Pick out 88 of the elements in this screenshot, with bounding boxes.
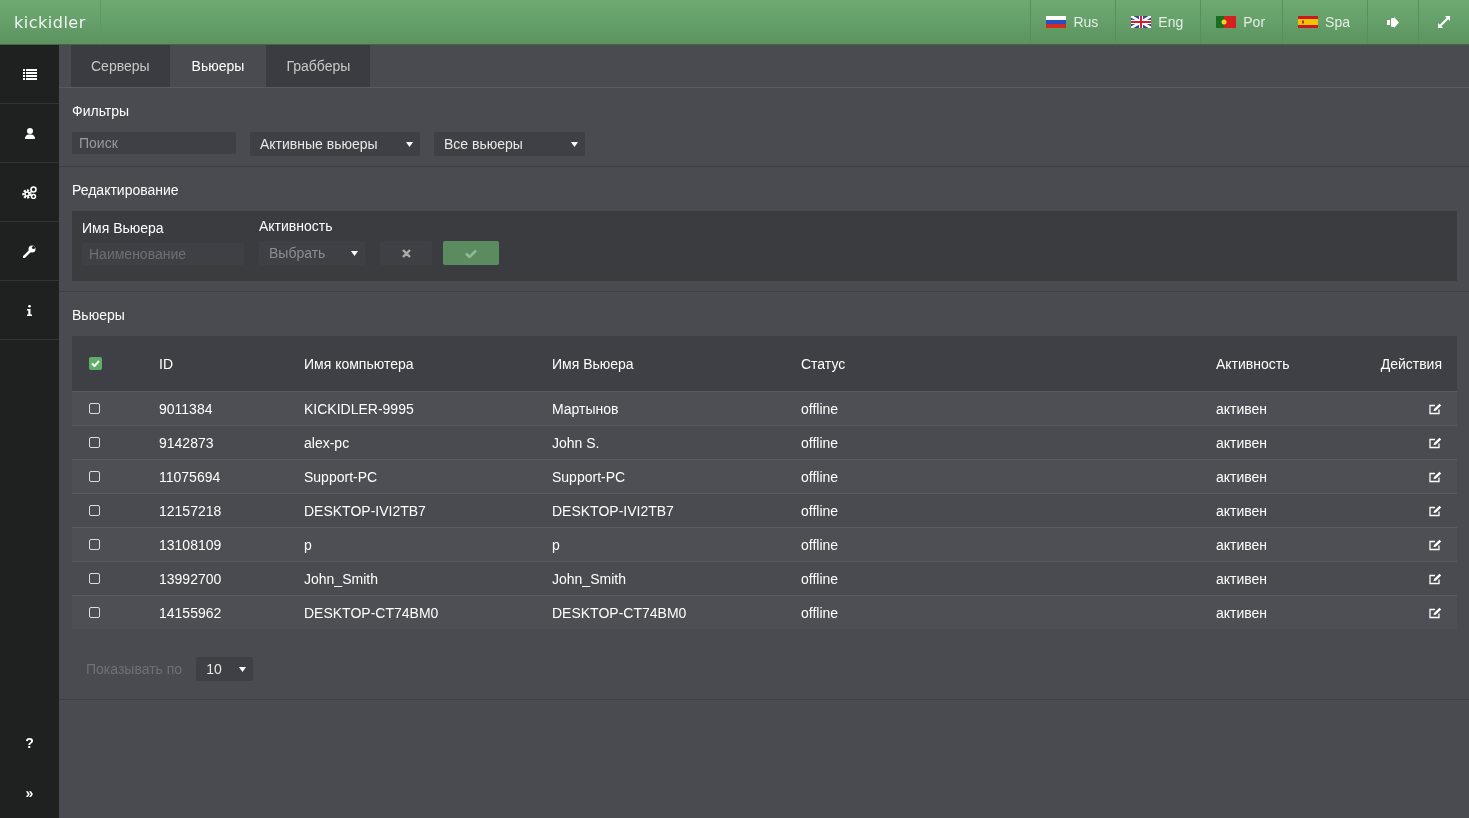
gears-icon <box>22 185 37 199</box>
table-cell-text: offline <box>801 570 840 587</box>
field-label: Активность <box>259 218 334 234</box>
table-cell-text: 13992700 <box>159 570 223 587</box>
flag-icon <box>1216 16 1237 28</box>
flag-icon <box>1131 16 1152 28</box>
edit-icon[interactable] <box>1429 538 1442 551</box>
edit-icon[interactable] <box>1429 572 1442 585</box>
table-cell-text: 13108109 <box>159 536 223 553</box>
checkbox[interactable] <box>89 539 100 550</box>
table-cell-text: 14155962 <box>159 604 223 621</box>
table-cell-text: Support-PC <box>304 468 379 485</box>
table-cell-text: Support-PC <box>552 468 627 485</box>
table-cell-text: offline <box>801 502 840 519</box>
edit-icon[interactable] <box>1429 504 1442 517</box>
section-title: Вьюеры <box>72 307 126 323</box>
flag-icon <box>1046 16 1067 28</box>
caret-icon <box>351 250 358 256</box>
table-cell-text: 12157218 <box>159 502 223 519</box>
caret-icon <box>406 141 413 147</box>
table-cell-text: активен <box>1216 604 1269 621</box>
check-icon <box>465 248 477 258</box>
edit-icon[interactable] <box>1429 402 1442 415</box>
table-cell-text: alex-pc <box>304 434 351 451</box>
checkbox[interactable] <box>89 471 100 482</box>
caret-icon <box>571 141 578 147</box>
table-cell-text: KICKIDLER-9995 <box>304 400 415 417</box>
tab[interactable]: Серверы <box>71 45 170 87</box>
table-cell-text: 11075694 <box>159 468 222 485</box>
table-cell-text: активен <box>1216 400 1269 417</box>
info-icon <box>27 304 32 316</box>
table-cell-text: John_Smith <box>304 570 379 587</box>
table-cell-text: активен <box>1216 570 1269 587</box>
table-cell-text: John_Smith <box>552 570 627 587</box>
checkbox[interactable] <box>89 573 100 584</box>
wrench-icon <box>23 244 36 258</box>
search-field[interactable]: Поиск <box>72 132 236 154</box>
column-header[interactable]: ID <box>159 355 304 372</box>
table-cell-text: offline <box>801 468 840 485</box>
edit-icon[interactable] <box>1429 470 1442 483</box>
edit-icon[interactable] <box>1429 436 1442 449</box>
table-cell-text: DESKTOP-CT74BM0 <box>552 604 688 621</box>
logout-icon[interactable] <box>1386 16 1400 28</box>
caret-icon <box>239 666 247 672</box>
table-cell-text: John S. <box>552 434 601 451</box>
table-cell-text: активен <box>1216 434 1269 451</box>
sidebar-button[interactable]: » <box>19 768 40 818</box>
table-cell-text: DESKTOP-IVI2TB7 <box>304 502 427 519</box>
checkbox[interactable] <box>89 437 100 448</box>
cancel-button[interactable] <box>380 241 432 265</box>
column-header[interactable]: Статус <box>801 355 1216 372</box>
dropdown[interactable]: Все вьюеры <box>434 132 585 156</box>
table-cell-text: p <box>304 536 313 553</box>
field-label: Имя Вьюера <box>82 220 165 236</box>
flag-icon <box>1298 16 1319 28</box>
table-cell-text: активен <box>1216 536 1269 553</box>
tab[interactable]: Грабберы <box>266 45 371 87</box>
table-cell-text: 9142873 <box>159 434 215 451</box>
edit-icon[interactable] <box>1429 606 1442 619</box>
column-header[interactable]: Активность <box>1216 355 1357 372</box>
list-icon <box>22 68 37 80</box>
table-cell-text: Мартынов <box>552 400 620 417</box>
table-cell-text: p <box>552 536 561 553</box>
table-cell-text: offline <box>801 536 840 553</box>
checkbox[interactable] <box>89 505 100 516</box>
user-icon <box>24 127 35 139</box>
table-cell-text: 9011384 <box>159 400 214 417</box>
table-cell-text: активен <box>1216 502 1269 519</box>
table-cell-text: DESKTOP-IVI2TB7 <box>552 502 675 519</box>
table-cell-text: offline <box>801 400 840 417</box>
column-header[interactable]: Действия <box>1380 355 1457 372</box>
close-icon <box>401 248 411 258</box>
dropdown[interactable]: 10 <box>196 657 254 681</box>
checkbox[interactable] <box>89 607 100 618</box>
check-icon <box>91 360 100 367</box>
table-cell-text: активен <box>1216 468 1269 485</box>
column-header[interactable]: Имя компьютера <box>304 355 552 372</box>
section-title: Фильтры <box>72 103 131 119</box>
column-header[interactable]: Имя Вьюера <box>552 355 801 372</box>
table-cell-text: DESKTOP-CT74BM0 <box>304 604 440 621</box>
dropdown[interactable]: Активные вьюеры <box>250 132 420 156</box>
table-cell-text: offline <box>801 604 840 621</box>
section-title: Редактирование <box>72 182 180 198</box>
sidebar-button[interactable]: ? <box>19 718 40 768</box>
table-cell-text: offline <box>801 434 840 451</box>
checkbox[interactable] <box>89 357 102 370</box>
expand-icon[interactable] <box>1438 16 1450 28</box>
checkbox[interactable] <box>89 403 100 414</box>
